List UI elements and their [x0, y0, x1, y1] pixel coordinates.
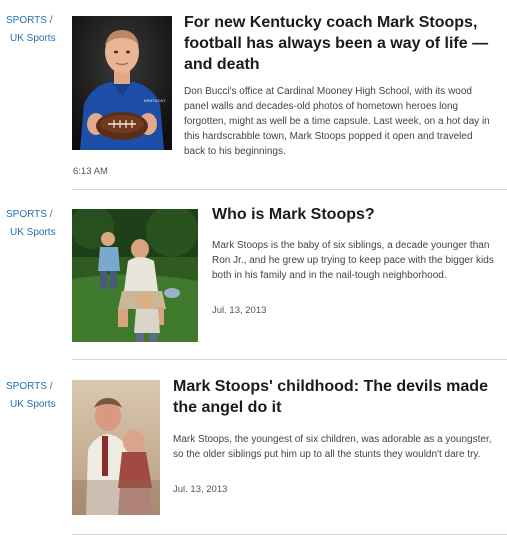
section-link[interactable]: SPORTS / — [6, 206, 66, 224]
article-thumbnail[interactable] — [72, 380, 160, 515]
article-thumbnail[interactable] — [72, 209, 198, 342]
article-summary: Mark Stoops, the youngest of six childre… — [173, 434, 492, 460]
article-timestamp: Jul. 13, 2013 — [173, 484, 228, 495]
section-label: SPORTS — [6, 381, 47, 392]
section-rail: SPORTS / UK Sports — [6, 378, 66, 414]
section-separator: / — [49, 381, 53, 392]
childhood-photo — [72, 380, 160, 515]
article-feed: SPORTS / UK Sports KENTUCKY For new Kent… — [0, 0, 507, 543]
coach-photo: KENTUCKY — [72, 16, 172, 150]
article-headline[interactable]: Mark Stoops' childhood: The devils made … — [173, 376, 495, 418]
section-link[interactable]: SPORTS / — [6, 378, 66, 396]
section-label: SPORTS — [6, 209, 47, 220]
article-summary: Mark Stoops is the baby of six siblings,… — [212, 240, 494, 281]
subsection-link[interactable]: UK Sports — [6, 30, 66, 48]
section-rail: SPORTS / UK Sports — [6, 206, 66, 242]
article-timestamp: Jul. 13, 2013 — [212, 305, 267, 316]
section-separator: / — [49, 15, 53, 26]
article-card: SPORTS / UK Sports — [0, 360, 507, 543]
subsection-link[interactable]: UK Sports — [6, 224, 66, 242]
article-summary: Don Bucci's office at Cardinal Mooney Hi… — [184, 86, 490, 157]
article-card: SPORTS / UK Sports — [0, 190, 507, 360]
article-headline[interactable]: For new Kentucky coach Mark Stoops, foot… — [184, 12, 494, 75]
family-photo — [72, 209, 198, 342]
jersey-lettering: KENTUCKY — [144, 98, 166, 103]
article-thumbnail[interactable]: KENTUCKY — [72, 16, 172, 150]
article-timestamp: 6:13 AM — [73, 166, 108, 177]
section-label: SPORTS — [6, 15, 47, 26]
divider — [72, 534, 507, 535]
article-card: SPORTS / UK Sports — [0, 0, 507, 190]
subsection-link[interactable]: UK Sports — [6, 396, 66, 414]
section-rail: SPORTS / UK Sports — [6, 12, 66, 48]
section-separator: / — [49, 209, 53, 220]
article-headline[interactable]: Who is Mark Stoops? — [212, 204, 497, 225]
section-link[interactable]: SPORTS / — [6, 12, 66, 30]
